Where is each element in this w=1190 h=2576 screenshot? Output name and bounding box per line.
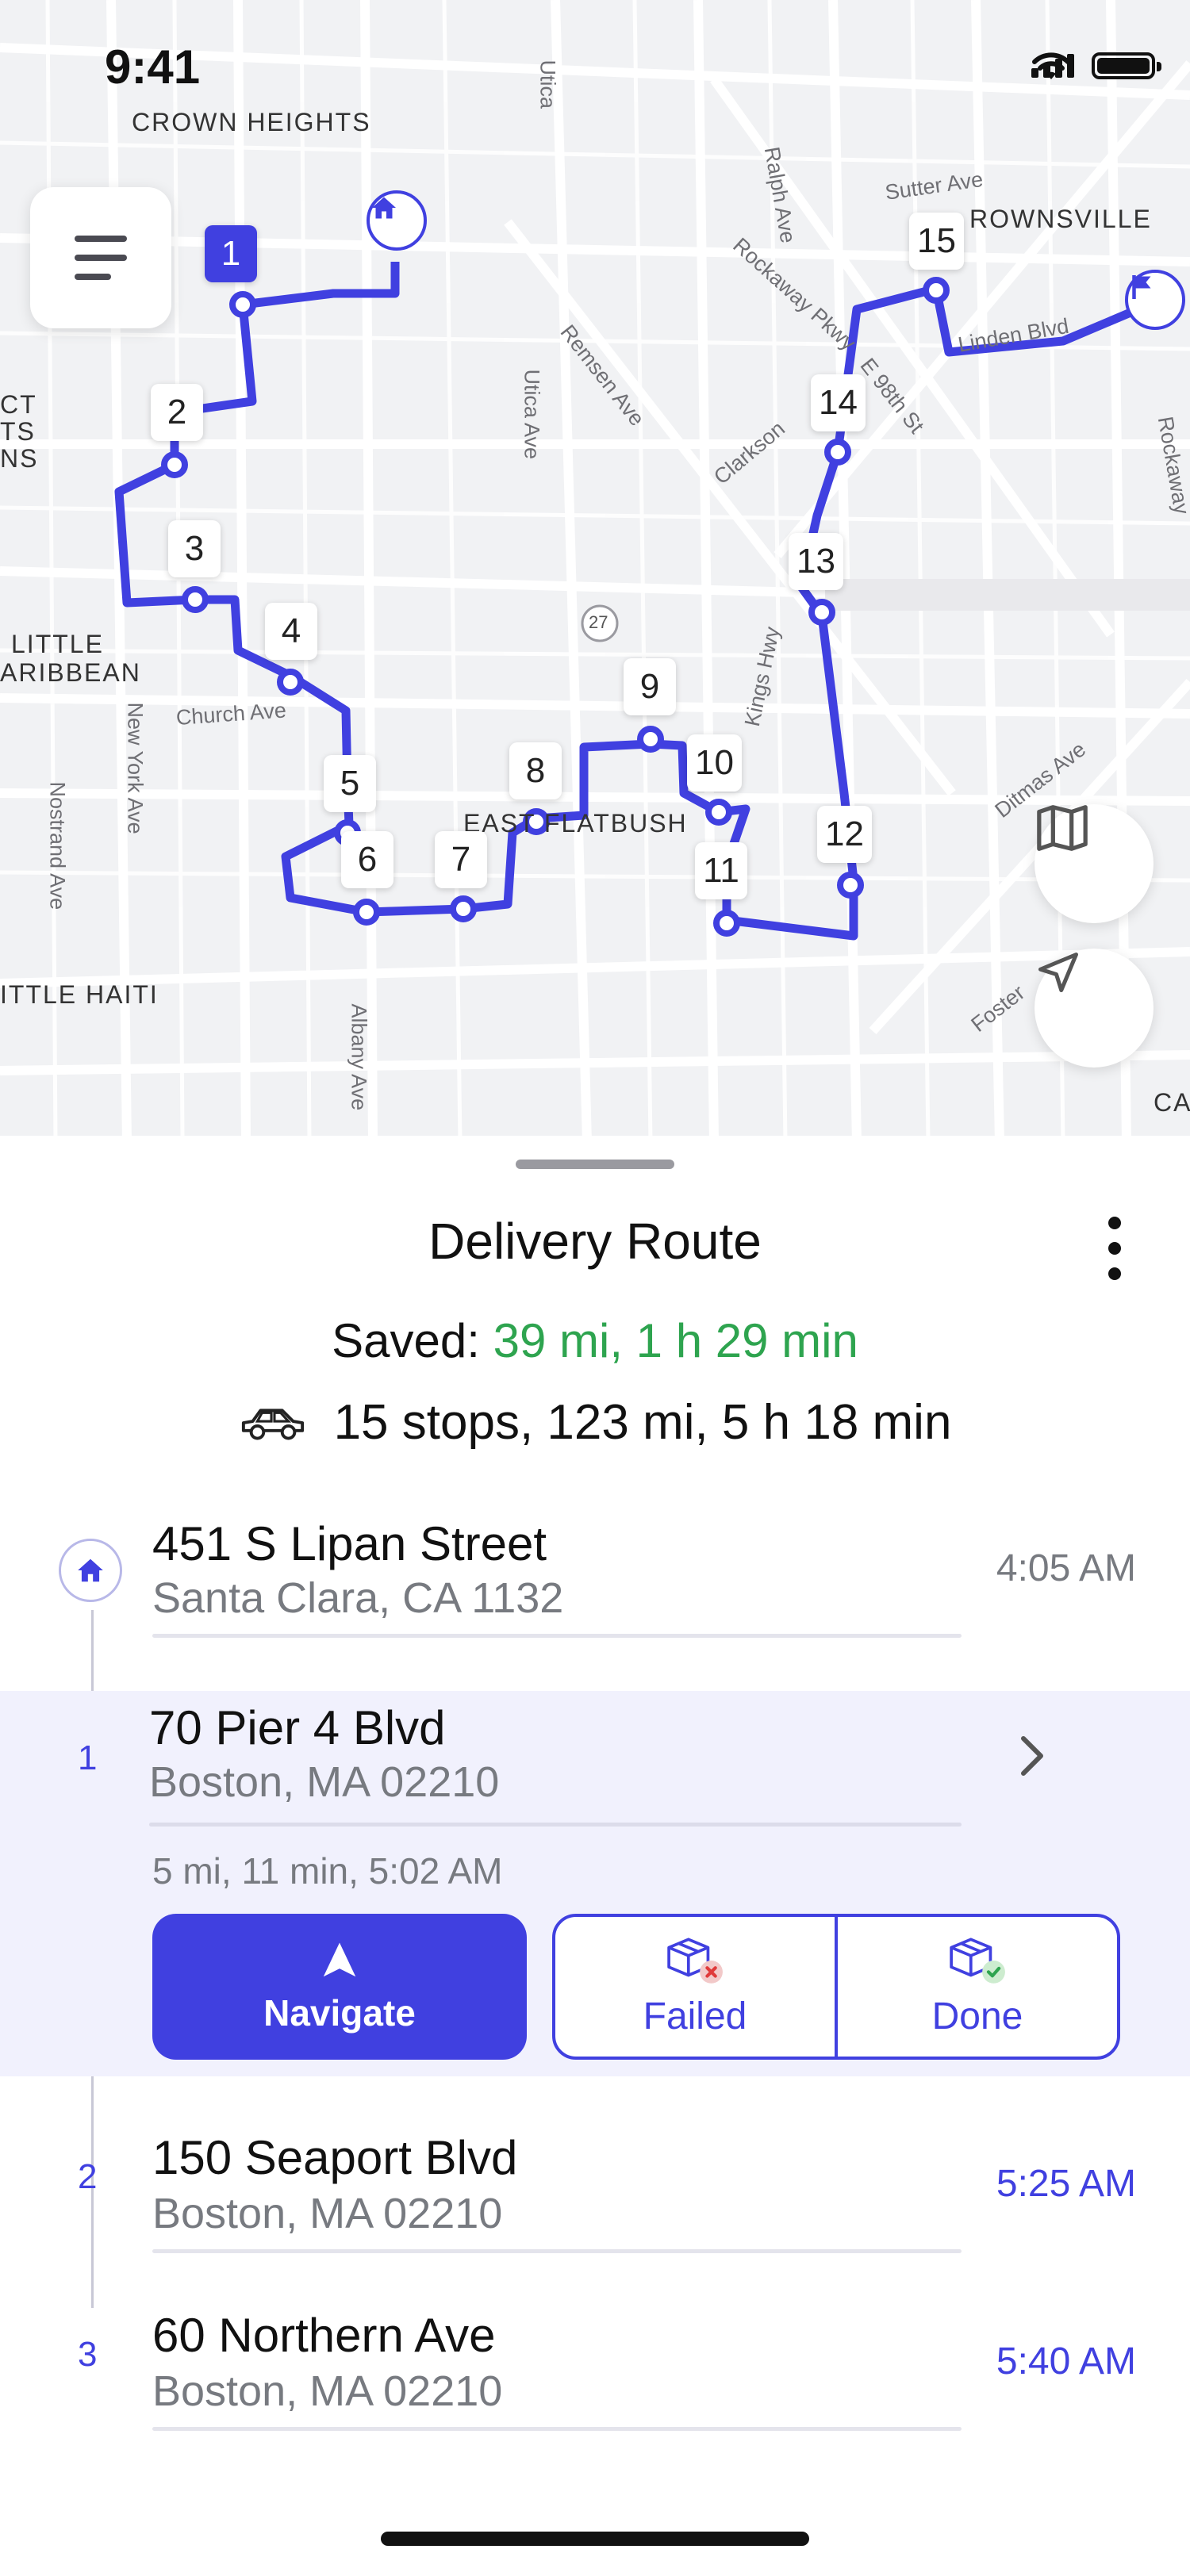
sheet-drag-handle[interactable] xyxy=(516,1160,674,1169)
neighborhood-label: CROWN HEIGHTS xyxy=(132,108,371,136)
start-location[interactable]: 451 S Lipan Street Santa Clara, CA 1132 … xyxy=(0,1507,1190,1650)
stop-city: Boston, MA 02210 xyxy=(152,2367,503,2415)
navigate-button[interactable]: Navigate xyxy=(152,1914,527,2060)
route-marker-3[interactable]: 3 xyxy=(168,520,221,577)
chevron-right-icon[interactable] xyxy=(1017,1732,1049,1780)
street-label: New York Ave xyxy=(123,702,148,834)
neighborhood-label: ITTLE HAITI xyxy=(0,980,159,1009)
saved-summary: Saved: 39 mi, 1 h 29 min xyxy=(0,1313,1190,1368)
status-icons xyxy=(1031,52,1161,79)
street-label: Nostrand Ave xyxy=(45,781,70,910)
route-summary: 15 stops, 123 mi, 5 h 18 min xyxy=(0,1394,1190,1451)
car-icon xyxy=(241,1408,304,1439)
menu-icon xyxy=(75,236,127,242)
stop-time: 4:05 AM xyxy=(996,1547,1136,1589)
route-marker-5[interactable]: 5 xyxy=(324,755,376,812)
route-start-home-icon[interactable] xyxy=(367,190,427,251)
list-item[interactable]: 3 60 Northern Ave Boston, MA 02210 5:40 … xyxy=(0,2303,1190,2446)
route-marker-12[interactable]: 12 xyxy=(817,806,872,863)
sheet-title: Delivery Route xyxy=(428,1213,762,1270)
neighborhood-label: LITTLE xyxy=(11,630,104,658)
stop-city: Boston, MA 02210 xyxy=(152,2190,503,2237)
stop-address: 60 Northern Ave xyxy=(152,2309,496,2362)
location-arrow-icon xyxy=(1038,953,1078,992)
neighborhood-label: CT xyxy=(0,390,37,419)
navigate-label: Navigate xyxy=(263,1992,416,2034)
stop-time: 5:40 AM xyxy=(996,2340,1136,2382)
neighborhood-label: TS xyxy=(0,417,36,446)
route-marker-15[interactable]: 15 xyxy=(909,213,964,270)
route-marker-14[interactable]: 14 xyxy=(811,374,866,431)
stop-time: 5:25 AM xyxy=(996,2163,1136,2205)
street-label: Utica xyxy=(536,59,560,109)
stop-number: 1 xyxy=(78,1738,98,1777)
street-label: Albany Ave xyxy=(347,1003,371,1111)
route-marker-10[interactable]: 10 xyxy=(687,734,742,792)
neighborhood-label: ARIBBEAN xyxy=(0,658,141,687)
menu-button[interactable] xyxy=(30,187,171,328)
home-indicator[interactable] xyxy=(381,2532,809,2546)
neighborhood-label: EAST FLATBUSH xyxy=(463,809,688,838)
route-marker-6[interactable]: 6 xyxy=(341,831,393,888)
stop-city: Boston, MA 02210 xyxy=(149,1758,500,1806)
package-done-icon xyxy=(950,1937,1005,1984)
list-item[interactable]: 2 150 Seaport Blvd Boston, MA 02210 5:25… xyxy=(0,2126,1190,2268)
route-marker-4[interactable]: 4 xyxy=(265,603,317,660)
home-icon xyxy=(372,197,396,219)
route-marker-11[interactable]: 11 xyxy=(695,842,747,899)
stop-city: Santa Clara, CA 1132 xyxy=(152,1574,564,1622)
flag-icon xyxy=(1132,275,1151,299)
route-end-flag-icon[interactable] xyxy=(1125,270,1185,330)
stop-eta: 5 mi, 11 min, 5:02 AM xyxy=(152,1850,503,1892)
route-marker-8[interactable]: 8 xyxy=(509,742,562,799)
status-time: 9:41 xyxy=(105,40,201,94)
route-marker-2[interactable]: 2 xyxy=(151,384,203,441)
route-marker-7[interactable]: 7 xyxy=(435,831,487,888)
home-icon xyxy=(59,1539,122,1602)
route-summary-text: 15 stops, 123 mi, 5 h 18 min xyxy=(333,1395,952,1450)
route-map[interactable]: CROWN HEIGHTS ROWNSVILLE LITTLE ARIBBEAN… xyxy=(0,0,1190,1142)
saved-value: 39 mi, 1 h 29 min xyxy=(493,1314,858,1367)
package-failed-icon xyxy=(667,1937,723,1984)
stop-address: 451 S Lipan Street xyxy=(152,1517,547,1570)
done-button[interactable]: Done xyxy=(835,1917,1117,2057)
street-label: Utica Ave xyxy=(520,369,544,460)
route-marker-13[interactable]: 13 xyxy=(789,533,843,590)
battery-icon xyxy=(1092,52,1161,79)
stop-address: 150 Seaport Blvd xyxy=(152,2131,518,2184)
map-type-button[interactable] xyxy=(1035,804,1154,923)
route-marker-9[interactable]: 9 xyxy=(624,658,676,715)
failed-label: Failed xyxy=(643,1995,747,2037)
delivery-status-group: Failed Done xyxy=(552,1914,1120,2060)
stop-address: 70 Pier 4 Blvd xyxy=(149,1701,446,1754)
route-badge: 27 xyxy=(589,612,608,632)
neighborhood-label: ROWNSVILLE xyxy=(969,205,1152,233)
neighborhood-label: NS xyxy=(0,444,39,473)
map-icon xyxy=(1037,805,1088,851)
saved-label: Saved: xyxy=(332,1314,480,1367)
navigation-arrow-icon xyxy=(323,1942,356,1977)
route-marker-1[interactable]: 1 xyxy=(205,225,257,282)
neighborhood-label: CA xyxy=(1154,1088,1190,1117)
locate-me-button[interactable] xyxy=(1035,949,1154,1068)
wifi-icon xyxy=(1032,52,1070,79)
failed-button[interactable]: Failed xyxy=(555,1917,835,2057)
done-label: Done xyxy=(931,1995,1023,2037)
more-options-icon[interactable] xyxy=(1103,1217,1127,1280)
stop-number: 2 xyxy=(78,2157,98,2196)
stop-number: 3 xyxy=(78,2335,98,2374)
